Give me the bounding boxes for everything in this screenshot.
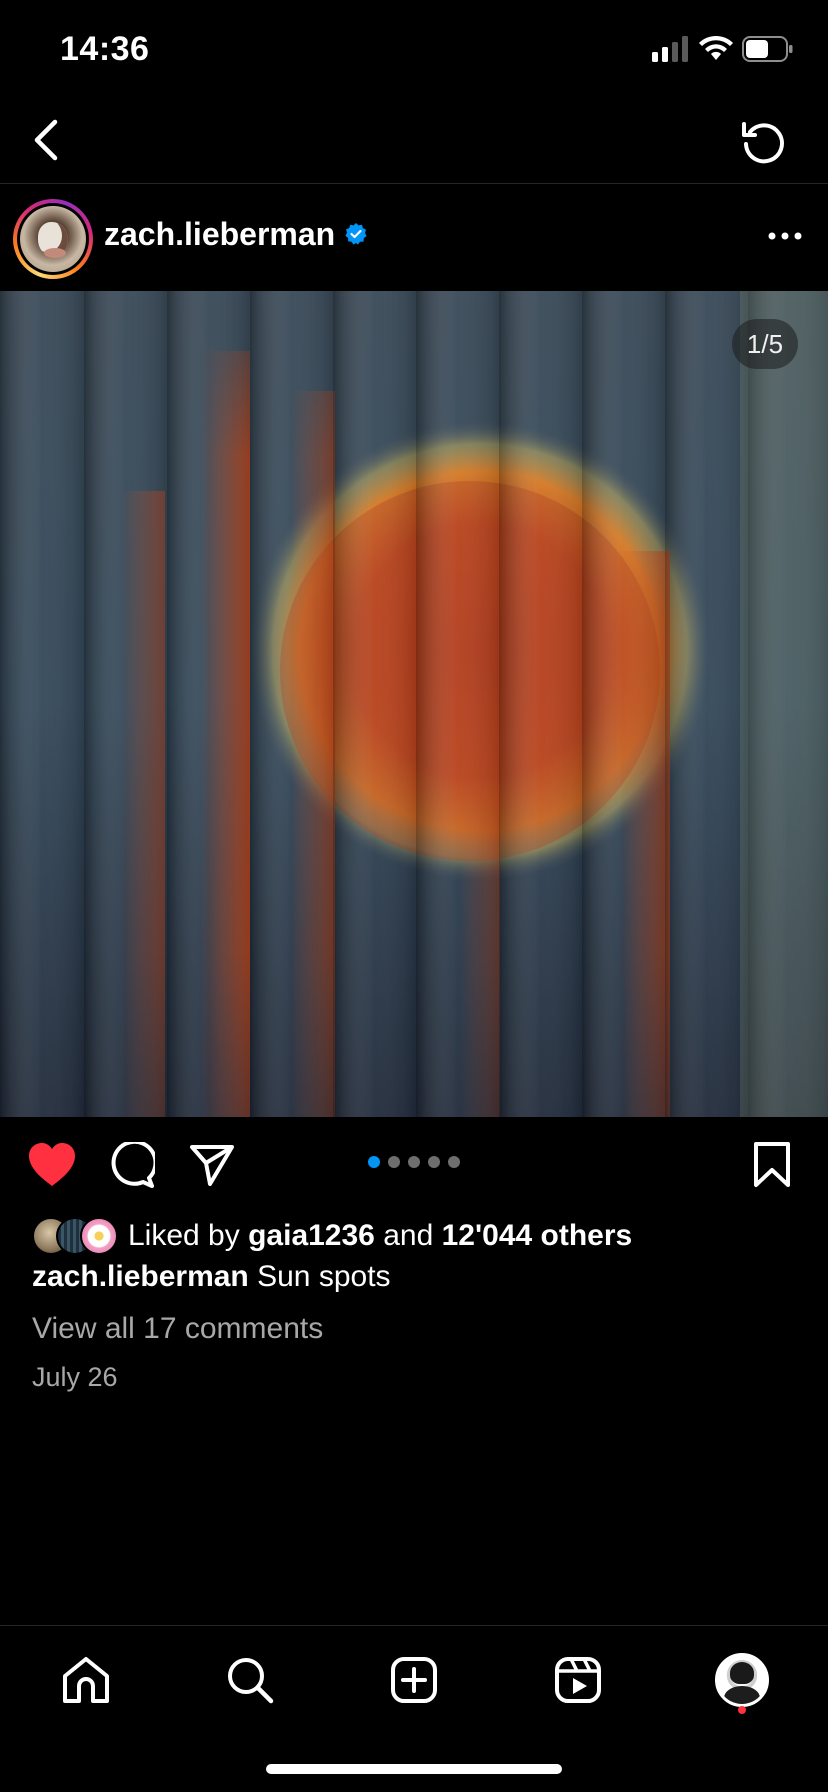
likes-others[interactable]: 12'044 others (442, 1219, 633, 1252)
sun-spots-artwork (0, 291, 828, 1117)
home-icon (63, 1657, 109, 1703)
carousel-dot (428, 1156, 440, 1168)
carousel-indicator (368, 1155, 460, 1169)
back-button[interactable] (20, 114, 72, 166)
more-options-button[interactable] (760, 216, 810, 256)
search-icon (228, 1658, 274, 1704)
like-button[interactable] (26, 1139, 78, 1191)
verified-badge-icon (345, 223, 367, 245)
refresh-icon (742, 122, 784, 164)
view-comments-link[interactable]: View all 17 comments (32, 1312, 323, 1346)
status-time: 14:36 (60, 30, 150, 68)
carousel-dot (368, 1156, 380, 1168)
likes-connector: and (383, 1219, 434, 1252)
tab-reels[interactable] (548, 1650, 608, 1710)
liker-username[interactable]: gaia1236 (248, 1219, 375, 1252)
home-indicator (266, 1764, 562, 1774)
caption-username[interactable]: zach.lieberman (32, 1260, 249, 1293)
likes-text: Liked by gaia1236 and 12'044 others (128, 1219, 632, 1253)
cellular-signal-icon (652, 36, 688, 62)
post-caption: zach.lieberman Sun spots (32, 1260, 391, 1294)
likes-summary[interactable]: Liked by gaia1236 and 12'044 others (32, 1216, 632, 1256)
nav-header (0, 100, 828, 184)
heart-icon (29, 1143, 75, 1186)
likes-prefix: Liked by (128, 1219, 240, 1252)
liker-avatar (80, 1217, 118, 1255)
reels-icon (555, 1657, 601, 1703)
tab-home[interactable] (56, 1650, 116, 1710)
profile-notification-dot (738, 1706, 746, 1714)
plus-square-icon (391, 1657, 437, 1703)
post-actions (0, 1117, 828, 1211)
save-button[interactable] (746, 1139, 798, 1191)
bookmark-icon (754, 1142, 790, 1187)
liker-avatars (32, 1217, 120, 1255)
comment-button[interactable] (106, 1139, 158, 1191)
refresh-button[interactable] (736, 114, 792, 170)
author-avatar[interactable] (13, 199, 93, 279)
more-horizontal-icon (768, 232, 802, 240)
carousel-dot (388, 1156, 400, 1168)
chevron-left-icon (34, 119, 58, 161)
carousel-dot (408, 1156, 420, 1168)
tab-new-post[interactable] (384, 1650, 444, 1710)
image-counter: 1/5 (732, 319, 798, 369)
tab-search[interactable] (220, 1650, 280, 1710)
profile-avatar (715, 1653, 769, 1707)
caption-text: Sun spots (257, 1260, 391, 1293)
post-date: July 26 (32, 1362, 118, 1392)
tab-profile[interactable] (712, 1650, 772, 1710)
post-image[interactable]: 1/5 (0, 291, 828, 1117)
status-bar: 14:36 (0, 0, 828, 100)
send-icon (190, 1145, 234, 1186)
share-button[interactable] (186, 1139, 238, 1191)
comment-icon (111, 1142, 155, 1188)
wifi-icon (699, 35, 733, 60)
author-username[interactable]: zach.lieberman (104, 216, 335, 253)
post-header: zach.lieberman (0, 186, 828, 290)
carousel-dot (448, 1156, 460, 1168)
battery-icon (742, 36, 793, 62)
